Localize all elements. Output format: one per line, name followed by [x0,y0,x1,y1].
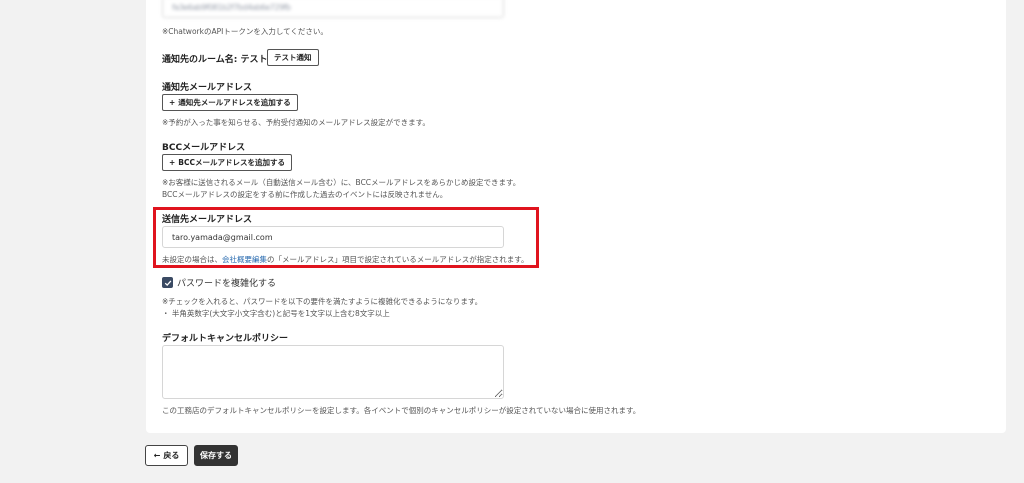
cancel-policy-textarea[interactable] [162,345,504,399]
checkmark-icon [164,279,171,286]
save-button[interactable]: 保存する [194,445,238,466]
back-label: 戻る [163,451,180,460]
test-notify-button[interactable]: テスト通知 [267,49,319,66]
sender-email-label: 送信先メールアドレス [162,215,253,225]
bcc-email-label: BCCメールアドレス [162,143,246,153]
sender-email-note-suffix: の「メールアドレス」項目で設定されているメールアドレスが指定されます。 [267,255,529,264]
bcc-email-note-1: ※お客様に送信されるメール（自動送信メール含む）に、BCCメールアドレスをあらか… [162,178,521,187]
save-label: 保存する [200,451,232,460]
test-notify-label: テスト通知 [274,53,312,62]
notify-email-label: 通知先メールアドレス [162,83,253,93]
api-token-note: ※ChatworkのAPIトークンを入力してください。 [162,27,328,36]
sender-email-input[interactable] [162,226,504,248]
password-note-1: ※チェックを入れると、パスワードを以下の要件を満たすように複雑化できるようになり… [162,297,483,306]
password-complex-label[interactable]: パスワードを複雑化する [177,276,276,289]
add-notify-email-label: 通知先メールアドレスを追加する [178,98,291,107]
add-bcc-email-label: BCCメールアドレスを追加する [178,158,286,167]
password-note-2: ・ 半角英数字(大文字小文字含む)と記号を1文字以上含む8文字以上 [162,309,390,318]
add-bcc-email-button[interactable]: + BCCメールアドレスを追加する [162,154,293,171]
cancel-policy-label: デフォルトキャンセルポリシー [162,334,289,344]
api-token-input[interactable] [162,0,504,18]
back-button[interactable]: ← 戻る [145,445,188,466]
sender-email-note: 未設定の場合は、会社概要編集の「メールアドレス」項目で設定されているメールアドレ… [162,254,529,265]
sender-email-note-prefix: 未設定の場合は、 [162,255,222,264]
company-profile-link[interactable]: 会社概要編集 [222,255,267,264]
arrow-left-icon: ← [153,451,161,460]
bcc-email-note-2: BCCメールアドレスの設定をする前に作成した過去のイベントには反映されません。 [162,190,448,199]
notify-email-note: ※予約が入った事を知らせる、予約受付通知のメールアドレス設定ができます。 [162,118,430,127]
add-notify-email-button[interactable]: + 通知先メールアドレスを追加する [162,94,298,111]
plus-icon: + [169,98,176,107]
cancel-policy-note: この工務店のデフォルトキャンセルポリシーを設定します。各イベントで個別のキャンセ… [162,406,641,415]
room-name-label: 通知先のルーム名: テスト [162,55,268,65]
password-complex-checkbox[interactable] [162,277,173,288]
plus-icon: + [169,158,176,167]
